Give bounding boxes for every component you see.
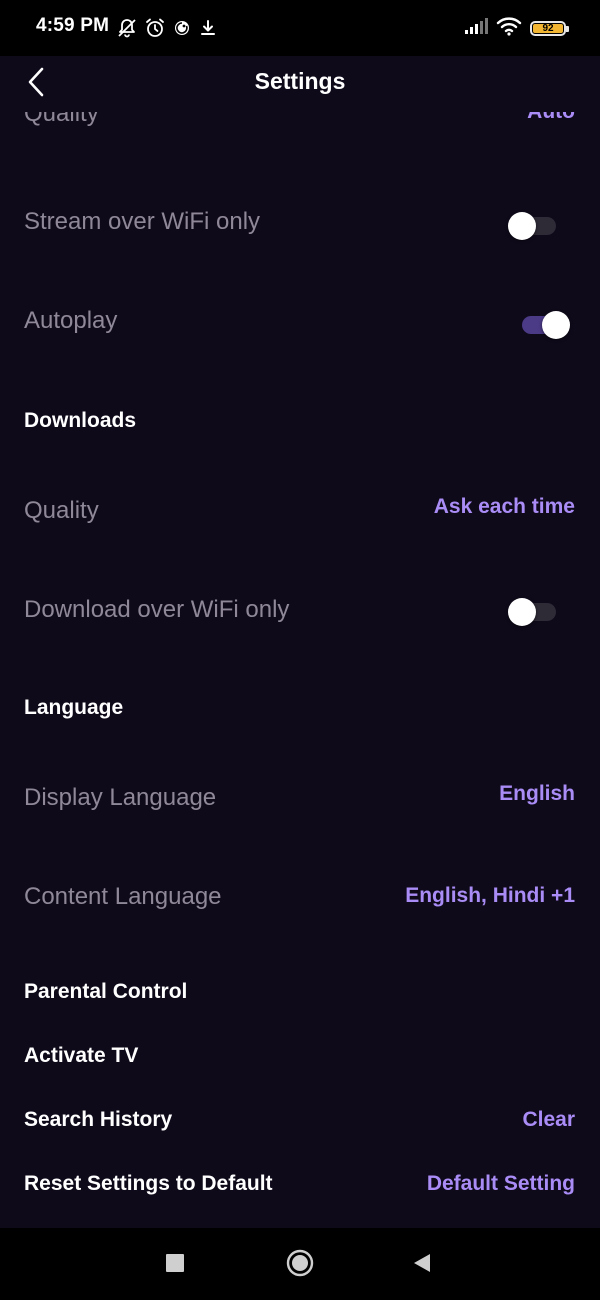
system-navigation-bar — [0, 1228, 600, 1300]
content-language-value[interactable]: English, Hindi +1 — [405, 884, 575, 908]
display-language-label: Display Language — [24, 784, 217, 811]
download-quality-row[interactable]: Quality Ask each time — [0, 493, 600, 537]
search-history-row: Search History Clear — [0, 1106, 600, 1140]
stream-wifi-only-row: Stream over WiFi only — [0, 204, 600, 248]
clear-search-history-button[interactable]: Clear — [522, 1108, 575, 1132]
download-wifi-only-row: Download over WiFi only — [0, 592, 600, 636]
recents-square-icon — [166, 1253, 184, 1277]
downloads-section-header: Downloads — [24, 409, 137, 432]
download-wifi-only-label: Download over WiFi only — [24, 596, 290, 623]
autoplay-toggle[interactable] — [518, 308, 570, 340]
stream-quality-value[interactable]: Auto — [527, 112, 575, 124]
signal-icon — [464, 17, 488, 40]
app-header: Settings — [0, 56, 600, 112]
activate-tv-item[interactable]: Activate TV — [24, 1044, 138, 1068]
display-language-row[interactable]: Display Language English — [0, 780, 600, 824]
stream-quality-row[interactable]: Quality Auto — [0, 112, 600, 150]
download-icon — [198, 18, 218, 38]
stream-wifi-only-label: Stream over WiFi only — [24, 208, 261, 235]
reset-settings-row: Reset Settings to Default Default Settin… — [0, 1170, 600, 1204]
battery-icon: 92 — [530, 20, 569, 36]
home-button[interactable] — [283, 1248, 317, 1282]
status-time: 4:59 PM — [36, 15, 110, 36]
content-language-label: Content Language — [24, 883, 222, 910]
alarm-icon — [144, 17, 166, 39]
battery-level: 92 — [542, 22, 554, 34]
mute-notifications-icon — [116, 17, 138, 39]
status-bar: 4:59 PM 92 — [0, 0, 600, 56]
display-language-value[interactable]: English — [499, 782, 575, 806]
wifi-icon — [496, 16, 522, 41]
settings-list[interactable]: Quality Auto Stream over WiFi only Autop… — [0, 112, 600, 1228]
home-circle-icon — [286, 1249, 314, 1282]
autoplay-label: Autoplay — [24, 307, 118, 334]
stream-wifi-only-toggle[interactable] — [508, 209, 560, 241]
default-setting-button[interactable]: Default Setting — [427, 1172, 575, 1196]
parental-control-item[interactable]: Parental Control — [24, 980, 187, 1004]
system-back-button[interactable] — [405, 1248, 439, 1282]
stream-quality-label: Quality — [24, 112, 99, 127]
content-language-row[interactable]: Content Language English, Hindi +1 — [0, 879, 600, 923]
autoplay-row: Autoplay — [0, 303, 600, 347]
back-triangle-icon — [413, 1253, 431, 1278]
app-notification-icon — [172, 18, 192, 38]
reset-settings-label: Reset Settings to Default — [24, 1172, 273, 1195]
language-section-header: Language — [24, 696, 124, 719]
recents-button[interactable] — [158, 1248, 192, 1282]
download-quality-value[interactable]: Ask each time — [434, 495, 575, 519]
download-quality-label: Quality — [24, 497, 99, 524]
search-history-label: Search History — [24, 1108, 173, 1131]
download-wifi-only-toggle[interactable] — [508, 595, 560, 627]
page-title: Settings — [254, 68, 346, 94]
